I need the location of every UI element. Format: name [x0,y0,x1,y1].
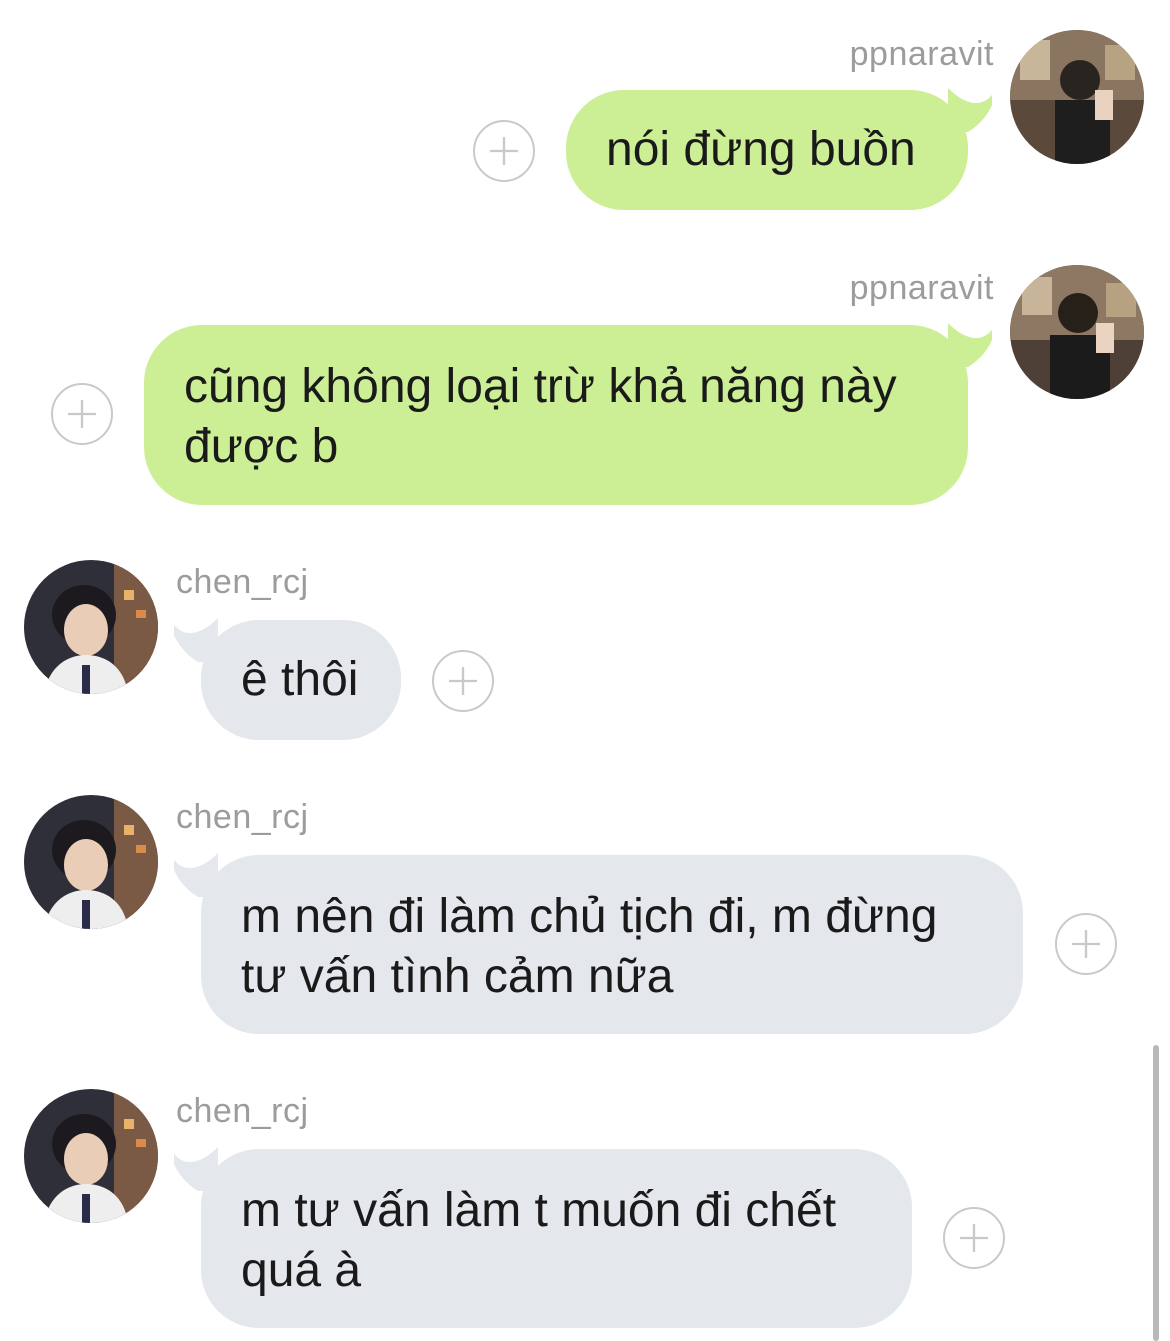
message-text: m tư vấn làm t muốn đi chết quá à [241,1184,837,1297]
avatar[interactable] [24,1089,158,1223]
avatar[interactable] [24,795,158,929]
sender-name: chen_rcj [176,798,309,836]
plus-circle-icon [448,666,478,696]
sender-name: chen_rcj [176,563,309,601]
message-bubble[interactable]: cũng không loại trừ khả năng này được b [144,325,968,505]
message-text: nói đừng buồn [606,123,916,176]
bubble-tail [948,323,992,367]
bubble-tail [948,88,992,132]
message-text: m nên đi làm chủ tịch đi, m đừng tư vấn … [241,890,938,1003]
plus-circle-icon [489,136,519,166]
message-bubble[interactable]: m tư vấn làm t muốn đi chết quá à [201,1149,912,1328]
add-reaction-button[interactable] [473,120,535,182]
message-text: cũng không loại trừ khả năng này được b [184,360,897,473]
message-bubble[interactable]: ê thôi [201,620,401,740]
message-text: ê thôi [241,653,359,706]
avatar[interactable] [1010,30,1144,164]
plus-circle-icon [959,1223,989,1253]
sender-name: ppnaravit [849,35,994,73]
avatar[interactable] [1010,265,1144,399]
message-bubble[interactable]: m nên đi làm chủ tịch đi, m đừng tư vấn … [201,855,1023,1034]
plus-circle-icon [1071,929,1101,959]
add-reaction-button[interactable] [432,650,494,712]
scrollbar[interactable] [1153,1045,1159,1341]
add-reaction-button[interactable] [51,383,113,445]
sender-name: chen_rcj [176,1092,309,1130]
message-bubble[interactable]: nói đừng buồn [566,90,968,210]
add-reaction-button[interactable] [943,1207,1005,1269]
plus-circle-icon [67,399,97,429]
avatar[interactable] [24,560,158,694]
add-reaction-button[interactable] [1055,913,1117,975]
sender-name: ppnaravit [849,269,994,307]
